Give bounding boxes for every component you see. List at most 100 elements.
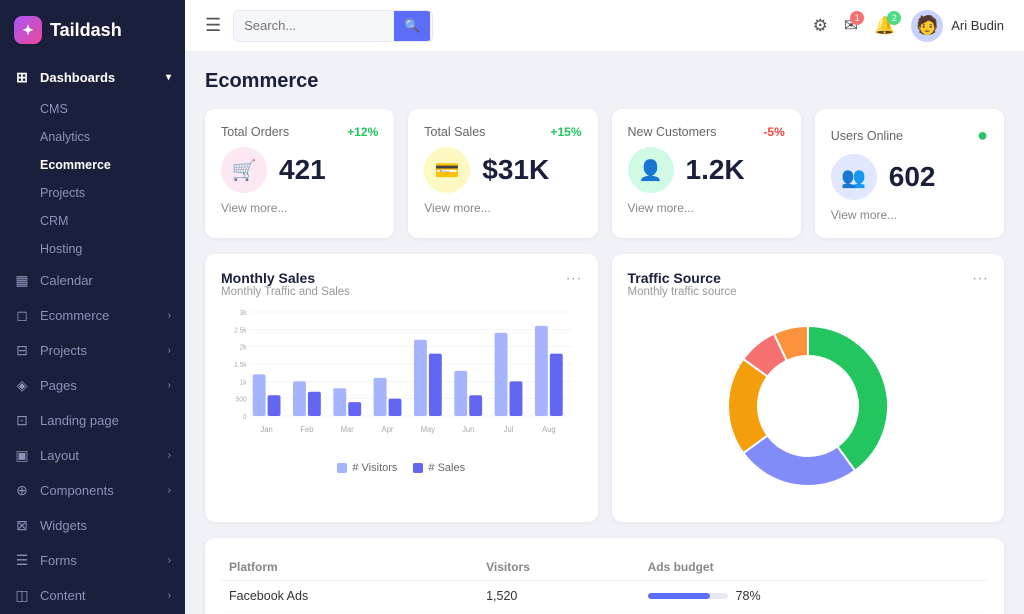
sidebar-item-forms[interactable]: ☰ Forms ›	[0, 543, 185, 578]
svg-text:0: 0	[243, 414, 247, 421]
stat-change: +12%	[347, 125, 378, 139]
stat-value: 1.2K	[686, 154, 745, 186]
chevron-icon: ▾	[166, 72, 171, 83]
stat-icon: 💳	[424, 147, 470, 193]
monthly-sales-menu[interactable]: ···	[566, 270, 582, 288]
svg-text:2.5k: 2.5k	[234, 327, 247, 334]
legend-sales-label: # Sales	[428, 462, 465, 474]
col-budget: Ads budget	[640, 554, 988, 581]
settings-icon[interactable]: ⚙	[813, 16, 828, 36]
stat-icon: 👤	[628, 147, 674, 193]
svg-text:Jun: Jun	[462, 425, 474, 434]
notification-icon[interactable]: 🔔 2	[874, 16, 895, 36]
col-platform: Platform	[221, 554, 478, 581]
dashboard-icon: ⊞	[14, 69, 30, 86]
legend-visitors-label: # Visitors	[352, 462, 397, 474]
stat-change: +15%	[550, 125, 581, 139]
sidebar-item-label: Pages	[40, 378, 77, 393]
projects-icon: ⊟	[14, 342, 30, 359]
legend-sales: # Sales	[413, 462, 465, 474]
charts-row: Monthly Sales Monthly Traffic and Sales …	[205, 254, 1004, 522]
sidebar: ✦ Taildash ⊞ Dashboards ▾ CMS Analytics …	[0, 0, 185, 614]
sidebar-item-label: Forms	[40, 553, 77, 568]
chevron-icon: ›	[168, 450, 171, 461]
budget-label: 78%	[736, 589, 761, 603]
stat-value: 602	[889, 161, 936, 193]
chevron-icon: ›	[168, 345, 171, 356]
stat-card-body: 💳 $31K	[424, 147, 581, 193]
sidebar-section-nav: ▦ Calendar ◻ Ecommerce › ⊟ Projects › ◈ …	[0, 263, 185, 614]
logo-icon: ✦	[14, 16, 42, 44]
search-bar: 🔍	[233, 10, 433, 42]
platform-name: Facebook Ads	[221, 581, 478, 612]
chevron-icon: ›	[168, 590, 171, 601]
sidebar-item-analytics[interactable]: Analytics	[0, 123, 185, 151]
stat-link[interactable]: View more...	[628, 201, 785, 215]
traffic-source-title: Traffic Source	[628, 270, 737, 286]
sidebar-item-calendar[interactable]: ▦ Calendar	[0, 263, 185, 298]
sidebar-item-label: Widgets	[40, 518, 87, 533]
sidebar-item-label: Content	[40, 588, 86, 603]
sidebar-item-hosting[interactable]: Hosting	[0, 235, 185, 263]
avatar: 🧑	[911, 10, 943, 42]
stat-card-header: Total Orders +12%	[221, 125, 378, 139]
budget-cell: 78%	[640, 581, 988, 612]
sidebar-item-pages[interactable]: ◈ Pages ›	[0, 368, 185, 403]
sidebar-item-dashboards[interactable]: ⊞ Dashboards ▾	[0, 60, 185, 95]
platform-table-card: Platform Visitors Ads budget Facebook Ad…	[205, 538, 1004, 614]
sidebar-item-content[interactable]: ◫ Content ›	[0, 578, 185, 613]
sidebar-item-landing[interactable]: ⊡ Landing page	[0, 403, 185, 438]
stat-icon: 👥	[831, 154, 877, 200]
chart-legend: # Visitors # Sales	[221, 462, 582, 474]
stat-card-header: Total Sales +15%	[424, 125, 581, 139]
header-actions: ⚙ ✉ 1 🔔 2 🧑 Ari Budin	[813, 10, 1004, 42]
stat-value: $31K	[482, 154, 549, 186]
bar-chart-wrap: 3k2.5k2k1.5k1k5000JanFebMarAprMayJunJulA…	[221, 306, 582, 476]
landing-icon: ⊡	[14, 412, 30, 429]
legend-sales-dot	[413, 463, 423, 473]
svg-text:Mar: Mar	[341, 425, 354, 434]
sidebar-item-layout[interactable]: ▣ Layout ›	[0, 438, 185, 473]
stat-icon: 🛒	[221, 147, 267, 193]
mail-badge: 1	[850, 11, 864, 25]
stat-card-body: 👤 1.2K	[628, 147, 785, 193]
sidebar-item-label: Dashboards	[40, 70, 115, 85]
stat-link[interactable]: View more...	[424, 201, 581, 215]
sidebar-item-components[interactable]: ⊕ Components ›	[0, 473, 185, 508]
monthly-sales-card: Monthly Sales Monthly Traffic and Sales …	[205, 254, 598, 522]
stat-label: New Customers	[628, 125, 717, 139]
pages-icon: ◈	[14, 377, 30, 394]
svg-text:May: May	[421, 425, 435, 434]
sidebar-item-crm[interactable]: CRM	[0, 207, 185, 235]
stat-value: 421	[279, 154, 326, 186]
user-area[interactable]: 🧑 Ari Budin	[911, 10, 1004, 42]
donut-chart-wrap	[628, 306, 989, 506]
sidebar-item-label: Components	[40, 483, 114, 498]
mail-icon[interactable]: ✉ 1	[844, 16, 858, 36]
stat-link[interactable]: View more...	[221, 201, 378, 215]
stat-card-header: Users Online ●	[831, 125, 988, 146]
app-logo[interactable]: ✦ Taildash	[0, 0, 185, 60]
sidebar-item-label: Landing page	[40, 413, 119, 428]
stat-link[interactable]: View more...	[831, 208, 988, 222]
notification-badge: 2	[887, 11, 901, 25]
stat-label: Total Sales	[424, 125, 485, 139]
col-visitors: Visitors	[478, 554, 640, 581]
stat-cards: Total Orders +12% 🛒 421 View more... Tot…	[205, 109, 1004, 238]
sidebar-item-projects2[interactable]: ⊟ Projects ›	[0, 333, 185, 368]
platform-table: Platform Visitors Ads budget Facebook Ad…	[221, 554, 988, 614]
sidebar-item-widgets[interactable]: ⊠ Widgets	[0, 508, 185, 543]
search-input[interactable]	[234, 11, 394, 40]
svg-text:2k: 2k	[240, 345, 248, 352]
search-button[interactable]: 🔍	[394, 11, 430, 41]
traffic-source-subtitle: Monthly traffic source	[628, 286, 737, 298]
stat-change: -5%	[763, 125, 784, 139]
menu-icon[interactable]: ☰	[205, 15, 221, 36]
traffic-source-menu[interactable]: ···	[972, 270, 988, 288]
sidebar-item-cms[interactable]: CMS	[0, 95, 185, 123]
forms-icon: ☰	[14, 552, 30, 569]
sidebar-item-ecommerce2[interactable]: ◻ Ecommerce ›	[0, 298, 185, 333]
chevron-icon: ›	[168, 555, 171, 566]
sidebar-item-ecommerce[interactable]: Ecommerce	[0, 151, 185, 179]
sidebar-item-projects[interactable]: Projects	[0, 179, 185, 207]
